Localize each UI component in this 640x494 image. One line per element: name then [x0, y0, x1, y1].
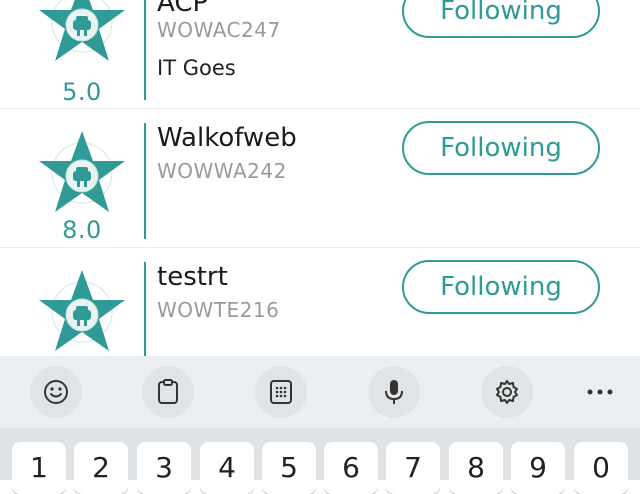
list-item[interactable]: 8.0 Walkofweb WOWWA242 Following — [0, 109, 640, 248]
settings-icon[interactable] — [481, 366, 533, 418]
key-7[interactable]: 7 — [386, 442, 440, 494]
keyboard-toolbar — [0, 356, 640, 428]
list-item[interactable]: testrt WOWTE216 Following — [0, 248, 640, 356]
star-badge-icon — [36, 0, 128, 68]
list-item[interactable]: 5.0 ACP WOWAC247 IT Goes Following — [0, 0, 640, 109]
emoji-icon[interactable] — [30, 366, 82, 418]
keypad-icon[interactable] — [255, 366, 307, 418]
following-button[interactable]: Following — [402, 121, 600, 175]
divider-line — [144, 123, 146, 239]
star-badge-icon — [36, 127, 128, 219]
following-list: 5.0 ACP WOWAC247 IT Goes Following 8.0 W… — [0, 0, 640, 356]
key-8[interactable]: 8 — [449, 442, 503, 494]
key-1[interactable]: 1 — [12, 442, 66, 494]
user-name: testrt — [157, 262, 228, 292]
following-button[interactable]: Following — [402, 0, 600, 38]
user-name: ACP — [157, 0, 209, 18]
microphone-icon[interactable] — [368, 366, 420, 418]
user-code: WOWWA242 — [157, 159, 287, 183]
key-5[interactable]: 5 — [262, 442, 316, 494]
key-6[interactable]: 6 — [324, 442, 378, 494]
user-description: IT Goes — [157, 56, 236, 80]
key-2[interactable]: 2 — [74, 442, 128, 494]
divider-line — [144, 0, 146, 100]
key-0[interactable]: 0 — [574, 442, 628, 494]
key-9[interactable]: 9 — [511, 442, 565, 494]
clipboard-icon[interactable] — [142, 366, 194, 418]
following-button[interactable]: Following — [402, 260, 600, 314]
user-code: WOWAC247 — [157, 18, 281, 42]
divider-line — [144, 262, 146, 356]
keyboard: 1 2 3 4 5 6 7 8 9 0 — [0, 428, 640, 494]
rating-value: 8.0 — [62, 216, 102, 244]
rating-value: 5.0 — [62, 78, 102, 106]
star-badge-icon — [36, 266, 128, 356]
key-3[interactable]: 3 — [137, 442, 191, 494]
user-code: WOWTE216 — [157, 298, 280, 322]
more-icon[interactable] — [574, 366, 626, 418]
key-4[interactable]: 4 — [200, 442, 254, 494]
user-name: Walkofweb — [157, 123, 297, 153]
